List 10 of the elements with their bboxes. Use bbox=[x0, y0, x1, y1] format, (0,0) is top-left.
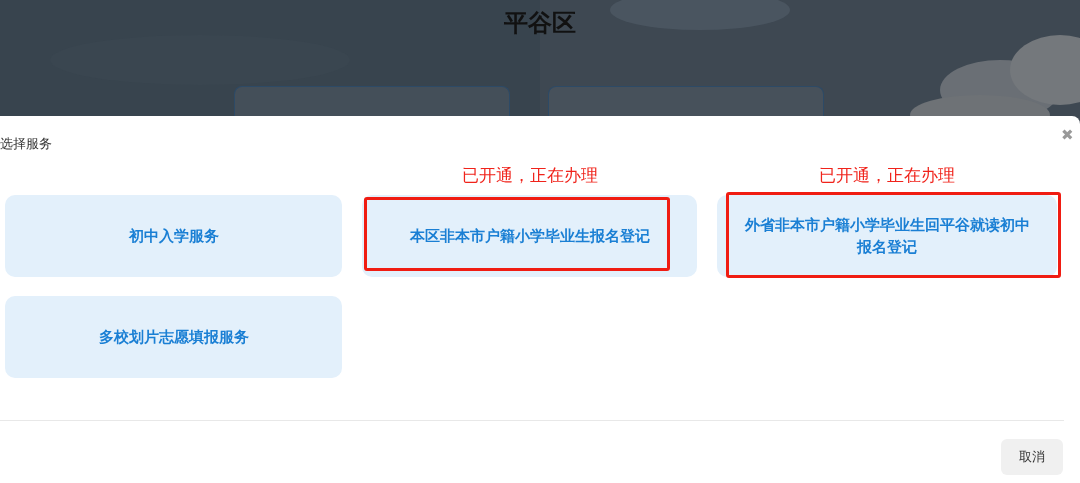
page-title: 平谷区 bbox=[504, 8, 576, 39]
service-card[interactable]: 多校划片志愿填报服务 bbox=[5, 296, 342, 378]
dialog-title: 选择服务 bbox=[0, 135, 52, 153]
service-card[interactable]: 外省非本市户籍小学毕业生回平谷就读初中报名登记 bbox=[717, 195, 1057, 277]
annotation-note: 已开通，正在办理 bbox=[460, 164, 599, 187]
annotation-note: 已开通，正在办理 bbox=[818, 164, 956, 187]
cancel-button[interactable]: 取消 bbox=[1001, 439, 1063, 475]
service-card[interactable]: 初中入学服务 bbox=[5, 195, 342, 277]
service-card[interactable]: 本区非本市户籍小学毕业生报名登记 bbox=[362, 195, 697, 277]
close-button[interactable]: ✖ bbox=[1061, 126, 1074, 144]
